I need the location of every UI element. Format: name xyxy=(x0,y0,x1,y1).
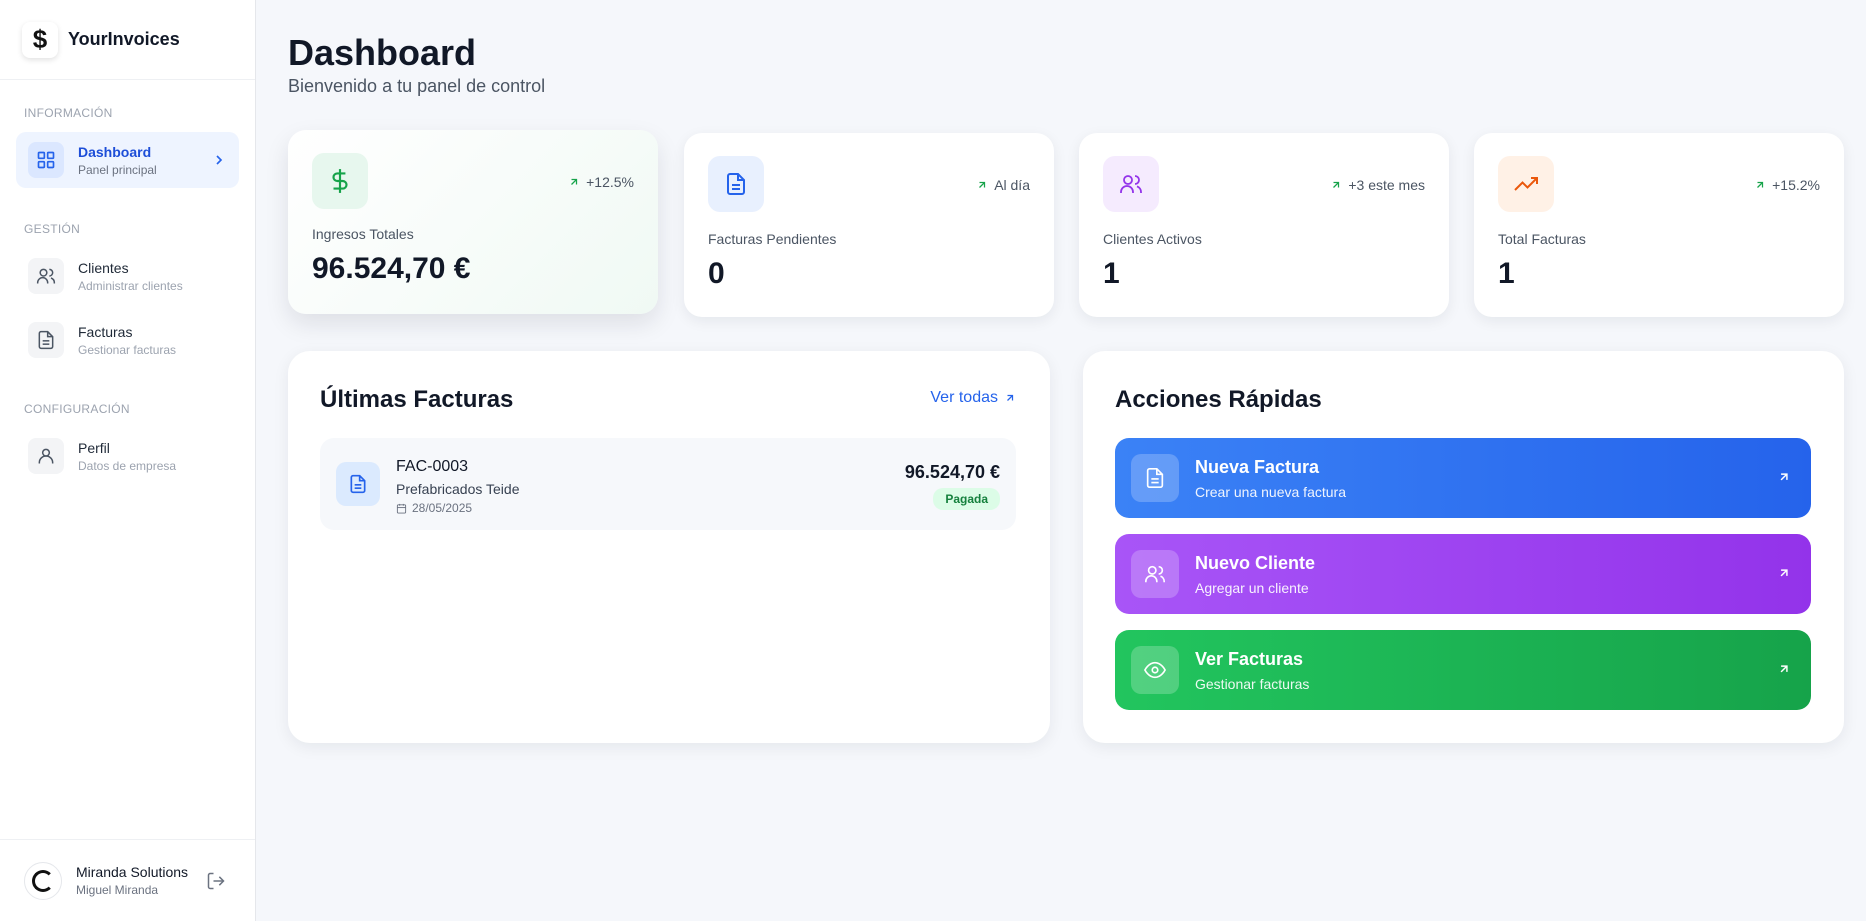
users-icon xyxy=(1103,156,1159,212)
calendar-icon xyxy=(396,503,407,514)
page-title: Dashboard xyxy=(288,32,477,73)
new-invoice-button[interactable]: Nueva Factura Crear una nueva factura xyxy=(1115,438,1811,518)
stat-trend: Al día xyxy=(976,177,1030,193)
stat-value: 1 xyxy=(1498,257,1515,290)
invoice-date: 28/05/2025 xyxy=(396,501,472,515)
document-icon xyxy=(1131,454,1179,502)
panel-title: Acciones Rápidas xyxy=(1115,386,1322,413)
section-title-configuracion: CONFIGURACIÓN xyxy=(24,402,130,416)
stat-label: Total Facturas xyxy=(1498,231,1586,247)
chevron-right-icon xyxy=(216,155,223,165)
user-name: Miranda Solutions xyxy=(76,864,189,880)
sidebar: $ YourInvoices INFORMACIÓN Dashboard Pan… xyxy=(0,0,256,921)
latest-invoices-panel: Últimas Facturas Ver todas FAC-0003 Pref… xyxy=(288,351,1050,743)
action-title: Ver Facturas xyxy=(1195,649,1304,669)
invoice-code: FAC-0003 xyxy=(396,458,469,475)
stat-card-total-facturas: +15.2% Total Facturas 1 xyxy=(1474,133,1844,317)
action-title: Nuevo Cliente xyxy=(1195,553,1316,573)
document-icon xyxy=(336,462,380,506)
arrow-up-right-icon xyxy=(1007,394,1014,401)
sidebar-item-sub: Datos de empresa xyxy=(78,458,177,473)
sidebar-item-dashboard[interactable]: Dashboard Panel principal xyxy=(16,132,239,188)
trending-up-icon xyxy=(1498,156,1554,212)
stat-card-pendientes: Al día Facturas Pendientes 0 xyxy=(684,133,1054,317)
page-subtitle: Bienvenido a tu panel de control xyxy=(288,76,546,96)
user-icon xyxy=(28,438,64,474)
logout-icon[interactable] xyxy=(206,871,226,891)
eye-icon xyxy=(1131,646,1179,694)
stat-value: 0 xyxy=(708,257,725,290)
sidebar-item-clientes[interactable]: Clientes Administrar clientes xyxy=(16,248,239,304)
document-icon xyxy=(708,156,764,212)
users-icon xyxy=(1131,550,1179,598)
action-subtitle: Gestionar facturas xyxy=(1195,676,1310,692)
users-icon xyxy=(28,258,64,294)
invoice-client: Prefabricados Teide xyxy=(396,481,520,497)
quick-actions-panel: Acciones Rápidas Nueva Factura Crear una… xyxy=(1083,351,1844,743)
panel-title: Últimas Facturas xyxy=(320,386,514,413)
stat-trend: +15.2% xyxy=(1754,177,1820,193)
stat-card-ingresos: +12.5% Ingresos Totales 96.524,70 € xyxy=(288,130,658,314)
dollar-icon xyxy=(312,153,368,209)
sidebar-item-label: Clientes xyxy=(78,259,129,276)
document-icon xyxy=(28,322,64,358)
action-subtitle: Crear una nueva factura xyxy=(1195,484,1346,500)
arrow-up-right-icon xyxy=(1780,665,1788,673)
stat-label: Facturas Pendientes xyxy=(708,231,837,247)
stat-trend: +3 este mes xyxy=(1330,177,1425,193)
sidebar-item-facturas[interactable]: Facturas Gestionar facturas xyxy=(16,312,239,368)
arrow-up-right-icon xyxy=(1780,569,1788,577)
sidebar-item-label: Dashboard xyxy=(78,143,152,160)
arrow-up-right-icon xyxy=(979,181,986,188)
arrow-up-right-icon xyxy=(1780,473,1788,481)
stat-value: 1 xyxy=(1103,257,1120,290)
sidebar-item-sub: Gestionar facturas xyxy=(78,342,177,357)
sidebar-item-sub: Panel principal xyxy=(78,162,157,177)
section-title-gestion: GESTIÓN xyxy=(24,222,81,236)
section-title-informacion: INFORMACIÓN xyxy=(24,106,113,120)
dashboard-grid-icon xyxy=(28,142,64,178)
brand[interactable]: $ YourInvoices xyxy=(0,0,255,80)
arrow-up-right-icon xyxy=(1757,181,1764,188)
new-client-button[interactable]: Nuevo Cliente Agregar un cliente xyxy=(1115,534,1811,614)
stat-value: 96.524,70 € xyxy=(312,252,471,285)
sidebar-item-perfil[interactable]: Perfil Datos de empresa xyxy=(16,428,239,484)
avatar xyxy=(24,861,62,900)
invoice-amount: 96.524,70 € xyxy=(904,462,1000,482)
sidebar-item-label: Facturas xyxy=(78,323,133,340)
sidebar-item-label: Perfil xyxy=(78,439,110,456)
action-subtitle: Agregar un cliente xyxy=(1195,580,1309,596)
stat-label: Ingresos Totales xyxy=(312,226,414,242)
brand-name: YourInvoices xyxy=(68,29,180,49)
arrow-up-right-icon xyxy=(1333,181,1340,188)
sidebar-item-sub: Administrar clientes xyxy=(78,278,183,293)
action-title: Nueva Factura xyxy=(1195,457,1320,477)
stat-card-clientes: +3 este mes Clientes Activos 1 xyxy=(1079,133,1449,317)
dollar-logo-icon: $ xyxy=(22,21,58,58)
view-invoices-button[interactable]: Ver Facturas Gestionar facturas xyxy=(1115,630,1811,710)
user-sub: Miguel Miranda xyxy=(76,883,159,897)
invoice-row[interactable]: FAC-0003 Prefabricados Teide 28/05/2025 … xyxy=(320,438,1016,530)
stat-label: Clientes Activos xyxy=(1103,231,1202,247)
user-profile: Miranda Solutions Miguel Miranda xyxy=(0,839,255,921)
status-badge: Pagada xyxy=(933,488,1000,510)
stat-trend: +12.5% xyxy=(568,174,634,190)
arrow-up-right-icon xyxy=(571,178,578,185)
see-all-link[interactable]: Ver todas xyxy=(930,389,1016,407)
